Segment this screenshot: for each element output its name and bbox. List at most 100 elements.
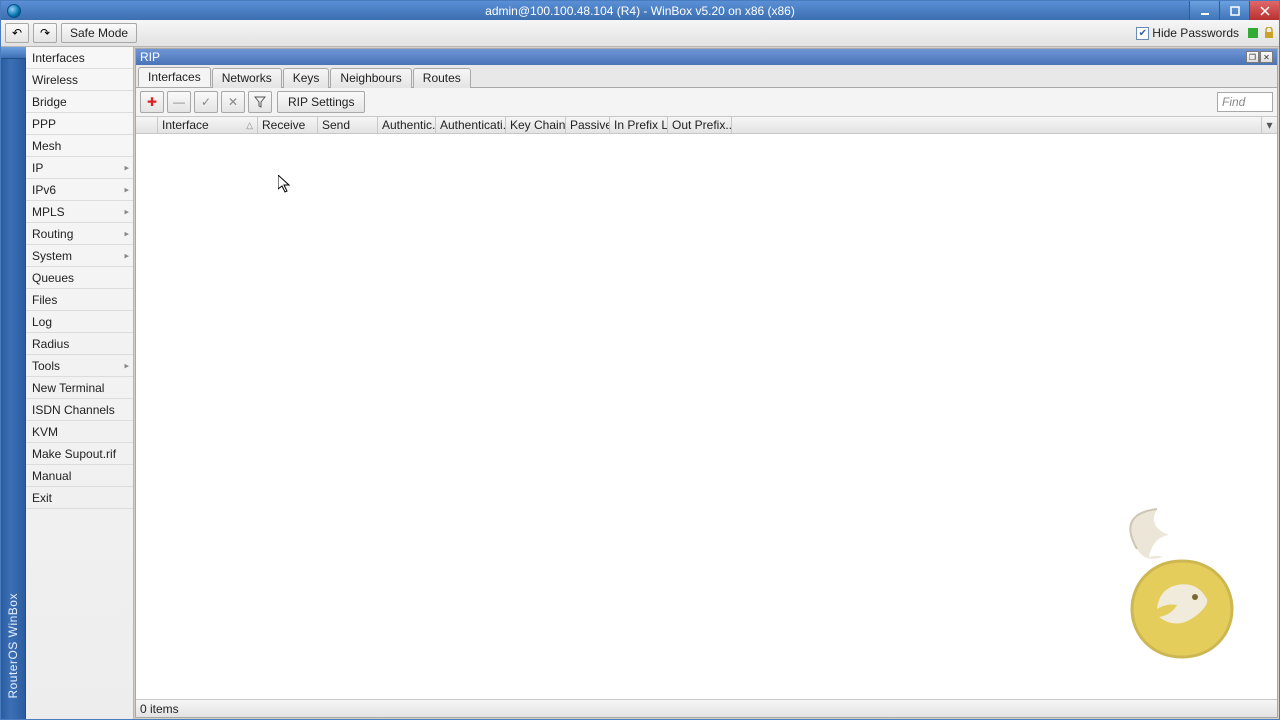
- tab-panel: ✚ — ✓ ✕ RIP Settings Find Interface△ Re: [136, 87, 1277, 717]
- inner-restore-button[interactable]: ❐: [1246, 51, 1259, 63]
- menu-item-bridge[interactable]: Bridge: [26, 91, 133, 113]
- safe-mode-button[interactable]: Safe Mode: [61, 23, 137, 43]
- sidebar-rail-label: RouterOS WinBox: [6, 593, 20, 699]
- content-area: RIP ❐ ✕ InterfacesNetworksKeysNeighbours…: [134, 47, 1279, 719]
- menu-item-files[interactable]: Files: [26, 289, 133, 311]
- submenu-indicator-icon: ▸: [124, 250, 129, 261]
- menu-item-interfaces[interactable]: Interfaces: [26, 47, 133, 69]
- column-send[interactable]: Send: [318, 117, 378, 133]
- titlebar[interactable]: admin@100.100.48.104 (R4) - WinBox v5.20…: [1, 1, 1279, 20]
- inner-window-title: RIP: [140, 50, 160, 64]
- find-input[interactable]: Find: [1217, 92, 1273, 112]
- item-count: 0 items: [140, 702, 179, 716]
- menu-item-make-supout-rif[interactable]: Make Supout.rif: [26, 443, 133, 465]
- chevron-down-icon: ▾: [1266, 118, 1272, 132]
- status-bar: 0 items: [136, 699, 1277, 717]
- column-outprefix[interactable]: Out Prefix...: [668, 117, 732, 133]
- undo-button[interactable]: ↶: [5, 23, 29, 43]
- column-keychain[interactable]: Key Chain: [506, 117, 566, 133]
- column-authentic[interactable]: Authentic...: [378, 117, 436, 133]
- tab-keys[interactable]: Keys: [283, 68, 330, 88]
- panel-toolbar: ✚ — ✓ ✕ RIP Settings Find: [136, 88, 1277, 116]
- grid-header: Interface△ Receive Send Authentic... Aut…: [136, 116, 1277, 134]
- submenu-indicator-icon: ▸: [124, 184, 129, 195]
- inner-close-button[interactable]: ✕: [1260, 51, 1273, 63]
- menu-item-label: Make Supout.rif: [32, 447, 116, 461]
- window-title: admin@100.100.48.104 (R4) - WinBox v5.20…: [485, 4, 795, 18]
- hide-passwords-label: Hide Passwords: [1152, 26, 1239, 40]
- check-icon: ✓: [201, 95, 211, 109]
- lock-icon: [1263, 27, 1275, 39]
- filter-button[interactable]: [248, 91, 272, 113]
- grid-body[interactable]: [136, 134, 1277, 699]
- undo-icon: ↶: [12, 26, 22, 40]
- menu-item-wireless[interactable]: Wireless: [26, 69, 133, 91]
- tab-routes[interactable]: Routes: [413, 68, 471, 88]
- hide-passwords-checkbox[interactable]: ✔: [1136, 27, 1149, 40]
- menu-item-tools[interactable]: Tools▸: [26, 355, 133, 377]
- column-interface[interactable]: Interface△: [158, 117, 258, 133]
- inner-titlebar[interactable]: RIP ❐ ✕: [136, 49, 1277, 65]
- remove-button[interactable]: —: [167, 91, 191, 113]
- menu-item-label: Exit: [32, 491, 52, 505]
- enable-button[interactable]: ✓: [194, 91, 218, 113]
- tab-networks[interactable]: Networks: [212, 68, 282, 88]
- column-passive[interactable]: Passive: [566, 117, 610, 133]
- add-button[interactable]: ✚: [140, 91, 164, 113]
- menu-item-queues[interactable]: Queues: [26, 267, 133, 289]
- menu-item-label: Log: [32, 315, 52, 329]
- inner-tabs: InterfacesNetworksKeysNeighboursRoutes: [136, 65, 1277, 87]
- hide-passwords-toggle[interactable]: ✔ Hide Passwords: [1136, 26, 1239, 40]
- minimize-button[interactable]: [1189, 1, 1219, 20]
- menu-item-label: New Terminal: [32, 381, 104, 395]
- funnel-icon: [254, 96, 266, 108]
- rip-window: RIP ❐ ✕ InterfacesNetworksKeysNeighbours…: [135, 48, 1278, 718]
- menu-item-routing[interactable]: Routing ▸: [26, 223, 133, 245]
- menu-item-mesh[interactable]: Mesh: [26, 135, 133, 157]
- menu-item-exit[interactable]: Exit: [26, 487, 133, 509]
- submenu-indicator-icon: ▸: [124, 228, 129, 239]
- menu-item-label: Wireless: [32, 73, 78, 87]
- close-button[interactable]: [1249, 1, 1279, 20]
- disable-button[interactable]: ✕: [221, 91, 245, 113]
- menu-item-new-terminal[interactable]: New Terminal: [26, 377, 133, 399]
- menu-item-label: System: [32, 249, 72, 263]
- tab-interfaces[interactable]: Interfaces: [138, 67, 211, 87]
- menu-item-log[interactable]: Log: [26, 311, 133, 333]
- menu-item-label: PPP: [32, 117, 56, 131]
- menu-item-radius[interactable]: Radius: [26, 333, 133, 355]
- column-receive[interactable]: Receive: [258, 117, 318, 133]
- menu-item-ppp[interactable]: PPP: [26, 113, 133, 135]
- menu-item-label: IP: [32, 161, 43, 175]
- maximize-button[interactable]: [1219, 1, 1249, 20]
- menu-item-label: MPLS: [32, 205, 65, 219]
- menu-item-system[interactable]: System ▸: [26, 245, 133, 267]
- submenu-indicator-icon: ▸: [124, 162, 129, 173]
- menu-item-label: Radius: [32, 337, 69, 351]
- rip-settings-button[interactable]: RIP Settings: [277, 91, 365, 113]
- tab-neighbours[interactable]: Neighbours: [330, 68, 411, 88]
- secure-indicator-icon: [1247, 27, 1259, 39]
- redo-icon: ↷: [40, 26, 50, 40]
- menu-item-ipv6[interactable]: IPv6▸: [26, 179, 133, 201]
- menu-item-ip[interactable]: IP ▸: [26, 157, 133, 179]
- menu-item-label: Routing: [32, 227, 73, 241]
- x-icon: ✕: [228, 95, 238, 109]
- sort-icon: △: [246, 120, 253, 131]
- menu-item-label: Tools: [32, 359, 60, 373]
- column-menu-button[interactable]: ▾: [1261, 117, 1277, 133]
- menu-item-label: ISDN Channels: [32, 403, 115, 417]
- column-authentication[interactable]: Authenticati...: [436, 117, 506, 133]
- menu-item-mpls[interactable]: MPLS▸: [26, 201, 133, 223]
- menu-item-kvm[interactable]: KVM: [26, 421, 133, 443]
- sidebar-rail[interactable]: RouterOS WinBox: [1, 47, 26, 719]
- menu-item-manual[interactable]: Manual: [26, 465, 133, 487]
- column-inprefix[interactable]: In Prefix L...: [610, 117, 668, 133]
- menu-item-label: KVM: [32, 425, 58, 439]
- menu-item-isdn-channels[interactable]: ISDN Channels: [26, 399, 133, 421]
- plus-icon: ✚: [147, 95, 157, 109]
- column-flag[interactable]: [136, 117, 158, 133]
- sidebar-handle[interactable]: [1, 47, 26, 59]
- redo-button[interactable]: ↷: [33, 23, 57, 43]
- main-menu: InterfacesWirelessBridgePPPMeshIP▸IPv6▸M…: [26, 47, 134, 719]
